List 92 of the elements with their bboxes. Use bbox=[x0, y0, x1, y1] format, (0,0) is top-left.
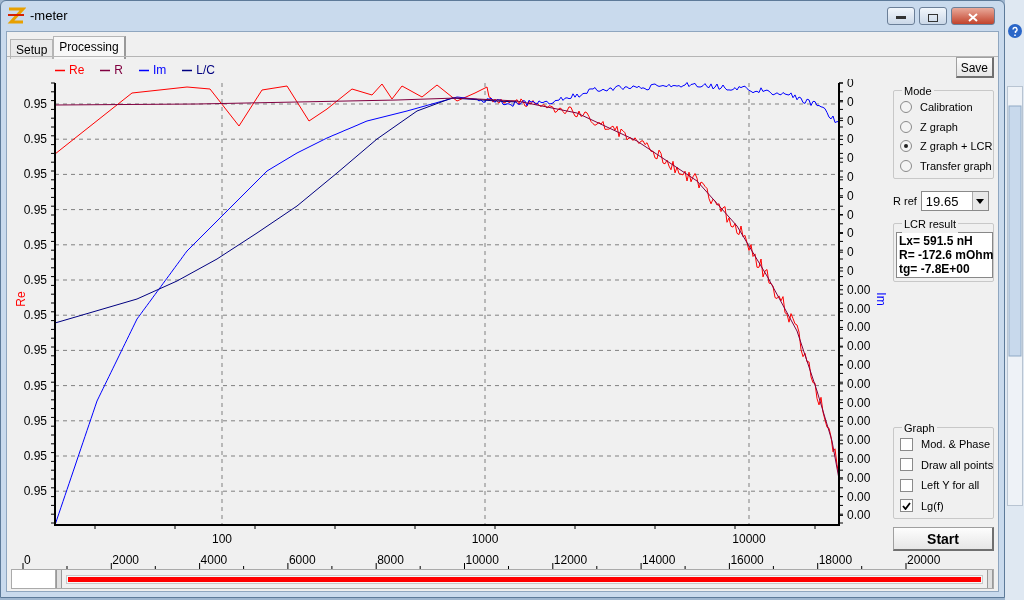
axis-tick-label: 0.95 bbox=[23, 97, 47, 111]
axis-title: Im bbox=[874, 292, 888, 306]
axis-tick-label: 0.95 bbox=[23, 308, 47, 323]
field-label: R ref bbox=[893, 193, 917, 209]
scale-label: 2000 bbox=[112, 553, 139, 567]
legend-label: Im bbox=[153, 62, 167, 79]
axis-tick-label: 0.00 bbox=[847, 414, 871, 429]
axis-tick-label: 0 bbox=[847, 94, 854, 109]
minimize-button[interactable] bbox=[887, 7, 915, 25]
axis-tick-label: 0 bbox=[847, 226, 854, 241]
scale-label: 16000 bbox=[730, 553, 764, 567]
option-label: Z graph + LCR bbox=[920, 139, 993, 154]
start-button[interactable]: Start bbox=[893, 527, 994, 551]
axis-tick-label: 0 bbox=[847, 79, 854, 90]
axis-tick-label: 0.00 bbox=[847, 301, 871, 316]
axis-tick-label: 0.95 bbox=[23, 202, 47, 217]
tab[interactable]: Setup bbox=[10, 39, 54, 59]
axis-tick-label: 0.00 bbox=[847, 470, 871, 485]
axis-tick-label: 100 bbox=[212, 532, 232, 546]
checkbox[interactable] bbox=[900, 437, 913, 451]
axis-tick-label: 0.95 bbox=[23, 413, 47, 428]
scale-label: 8000 bbox=[377, 553, 404, 567]
window-title: -meter bbox=[30, 7, 68, 26]
axis-tick-label: 0.95 bbox=[23, 343, 47, 358]
dropdown-arrow-icon bbox=[976, 198, 985, 204]
range-slider[interactable] bbox=[11, 569, 994, 589]
scale-label: 14000 bbox=[642, 553, 676, 567]
help-icon bbox=[1007, 24, 1022, 38]
axis-tick-label: 0.00 bbox=[847, 339, 871, 354]
axis-tick-label: 0.95 bbox=[23, 449, 47, 463]
axis-tick-label: 0.95 bbox=[23, 237, 47, 252]
scale-label: 4000 bbox=[200, 553, 228, 567]
radio-button[interactable] bbox=[900, 140, 912, 153]
axis-tick-label: 0.95 bbox=[23, 273, 47, 287]
scale-label: 12000 bbox=[553, 553, 588, 567]
axis-tick-label: 0.95 bbox=[23, 132, 47, 147]
legend-label: L/C bbox=[196, 62, 216, 79]
axis-tick-label: 1000 bbox=[471, 532, 499, 546]
radio-button[interactable] bbox=[900, 120, 912, 133]
axis-tick-label: 0 bbox=[847, 170, 854, 184]
close-icon bbox=[968, 13, 978, 23]
axis-tick-label: 10000 bbox=[732, 532, 766, 546]
axis-tick-label: 0 bbox=[847, 188, 854, 203]
option-label: Draw all points bbox=[921, 457, 994, 473]
axis-tick-label: 0.00 bbox=[847, 433, 871, 448]
checkbox[interactable] bbox=[900, 478, 913, 492]
minimize-icon bbox=[896, 15, 906, 20]
axis-tick-label: 0.00 bbox=[847, 508, 871, 523]
axis-tick-label: 0.00 bbox=[847, 376, 871, 391]
axis-tick-label: 0.00 bbox=[847, 489, 871, 504]
axis-tick-label: 0.00 bbox=[847, 395, 871, 410]
checkbox[interactable] bbox=[900, 458, 913, 472]
scale-label: 18000 bbox=[818, 553, 853, 567]
maximize-icon bbox=[928, 13, 938, 22]
axis-tick-label: 0 bbox=[847, 245, 854, 260]
axis-tick-label: 0 bbox=[847, 151, 854, 166]
option-label: Left Y for all bbox=[921, 478, 980, 493]
axis-tick-label: 0.95 bbox=[23, 378, 47, 393]
legend-label: Re bbox=[69, 62, 85, 79]
option-label: Z graph bbox=[920, 119, 958, 135]
close-button[interactable] bbox=[951, 7, 995, 25]
slider-handle[interactable] bbox=[56, 570, 62, 588]
axis-tick-label: 0.00 bbox=[847, 452, 871, 466]
result-box: Lx= 591.5 nH R= -172.6 mOhm tg= -7.8E+00 bbox=[896, 232, 993, 278]
slider-handle[interactable] bbox=[987, 570, 993, 588]
scale-label: 20000 bbox=[907, 553, 941, 567]
scale-label: 0 bbox=[24, 553, 31, 567]
app-logo-icon bbox=[6, 7, 26, 25]
axis-tick-label: 0.00 bbox=[847, 320, 871, 335]
save-button[interactable]: Save bbox=[955, 57, 994, 78]
option-label: Calibration bbox=[920, 100, 973, 115]
axis-tick-label: 0.95 bbox=[23, 484, 47, 499]
scale-label: 10000 bbox=[465, 553, 499, 567]
axis-tick-label: 0.95 bbox=[23, 167, 47, 182]
axis-tick-label: 0 bbox=[847, 264, 854, 278]
axis-tick-label: 0 bbox=[847, 207, 854, 222]
option-label: Lg(f) bbox=[921, 498, 944, 514]
axis-title: Re bbox=[14, 291, 28, 307]
radio-button[interactable] bbox=[900, 159, 912, 172]
r-ref-dropdown[interactable]: 19.65 bbox=[920, 191, 989, 211]
axis-tick-label: 0.00 bbox=[847, 282, 871, 297]
axis-tick-label: 0.00 bbox=[847, 358, 871, 372]
axis-tick-label: 0 bbox=[847, 132, 854, 147]
option-label: Transfer graph bbox=[920, 158, 992, 174]
tab[interactable]: Processing bbox=[53, 36, 126, 59]
legend-label: R bbox=[114, 62, 123, 79]
maximize-button[interactable] bbox=[919, 7, 947, 25]
scale-label: 6000 bbox=[288, 553, 316, 567]
option-label: Mod. & Phase bbox=[921, 437, 991, 452]
radio-button[interactable] bbox=[900, 101, 912, 114]
axis-tick-label: 0 bbox=[847, 113, 854, 128]
checkbox[interactable] bbox=[900, 499, 913, 513]
